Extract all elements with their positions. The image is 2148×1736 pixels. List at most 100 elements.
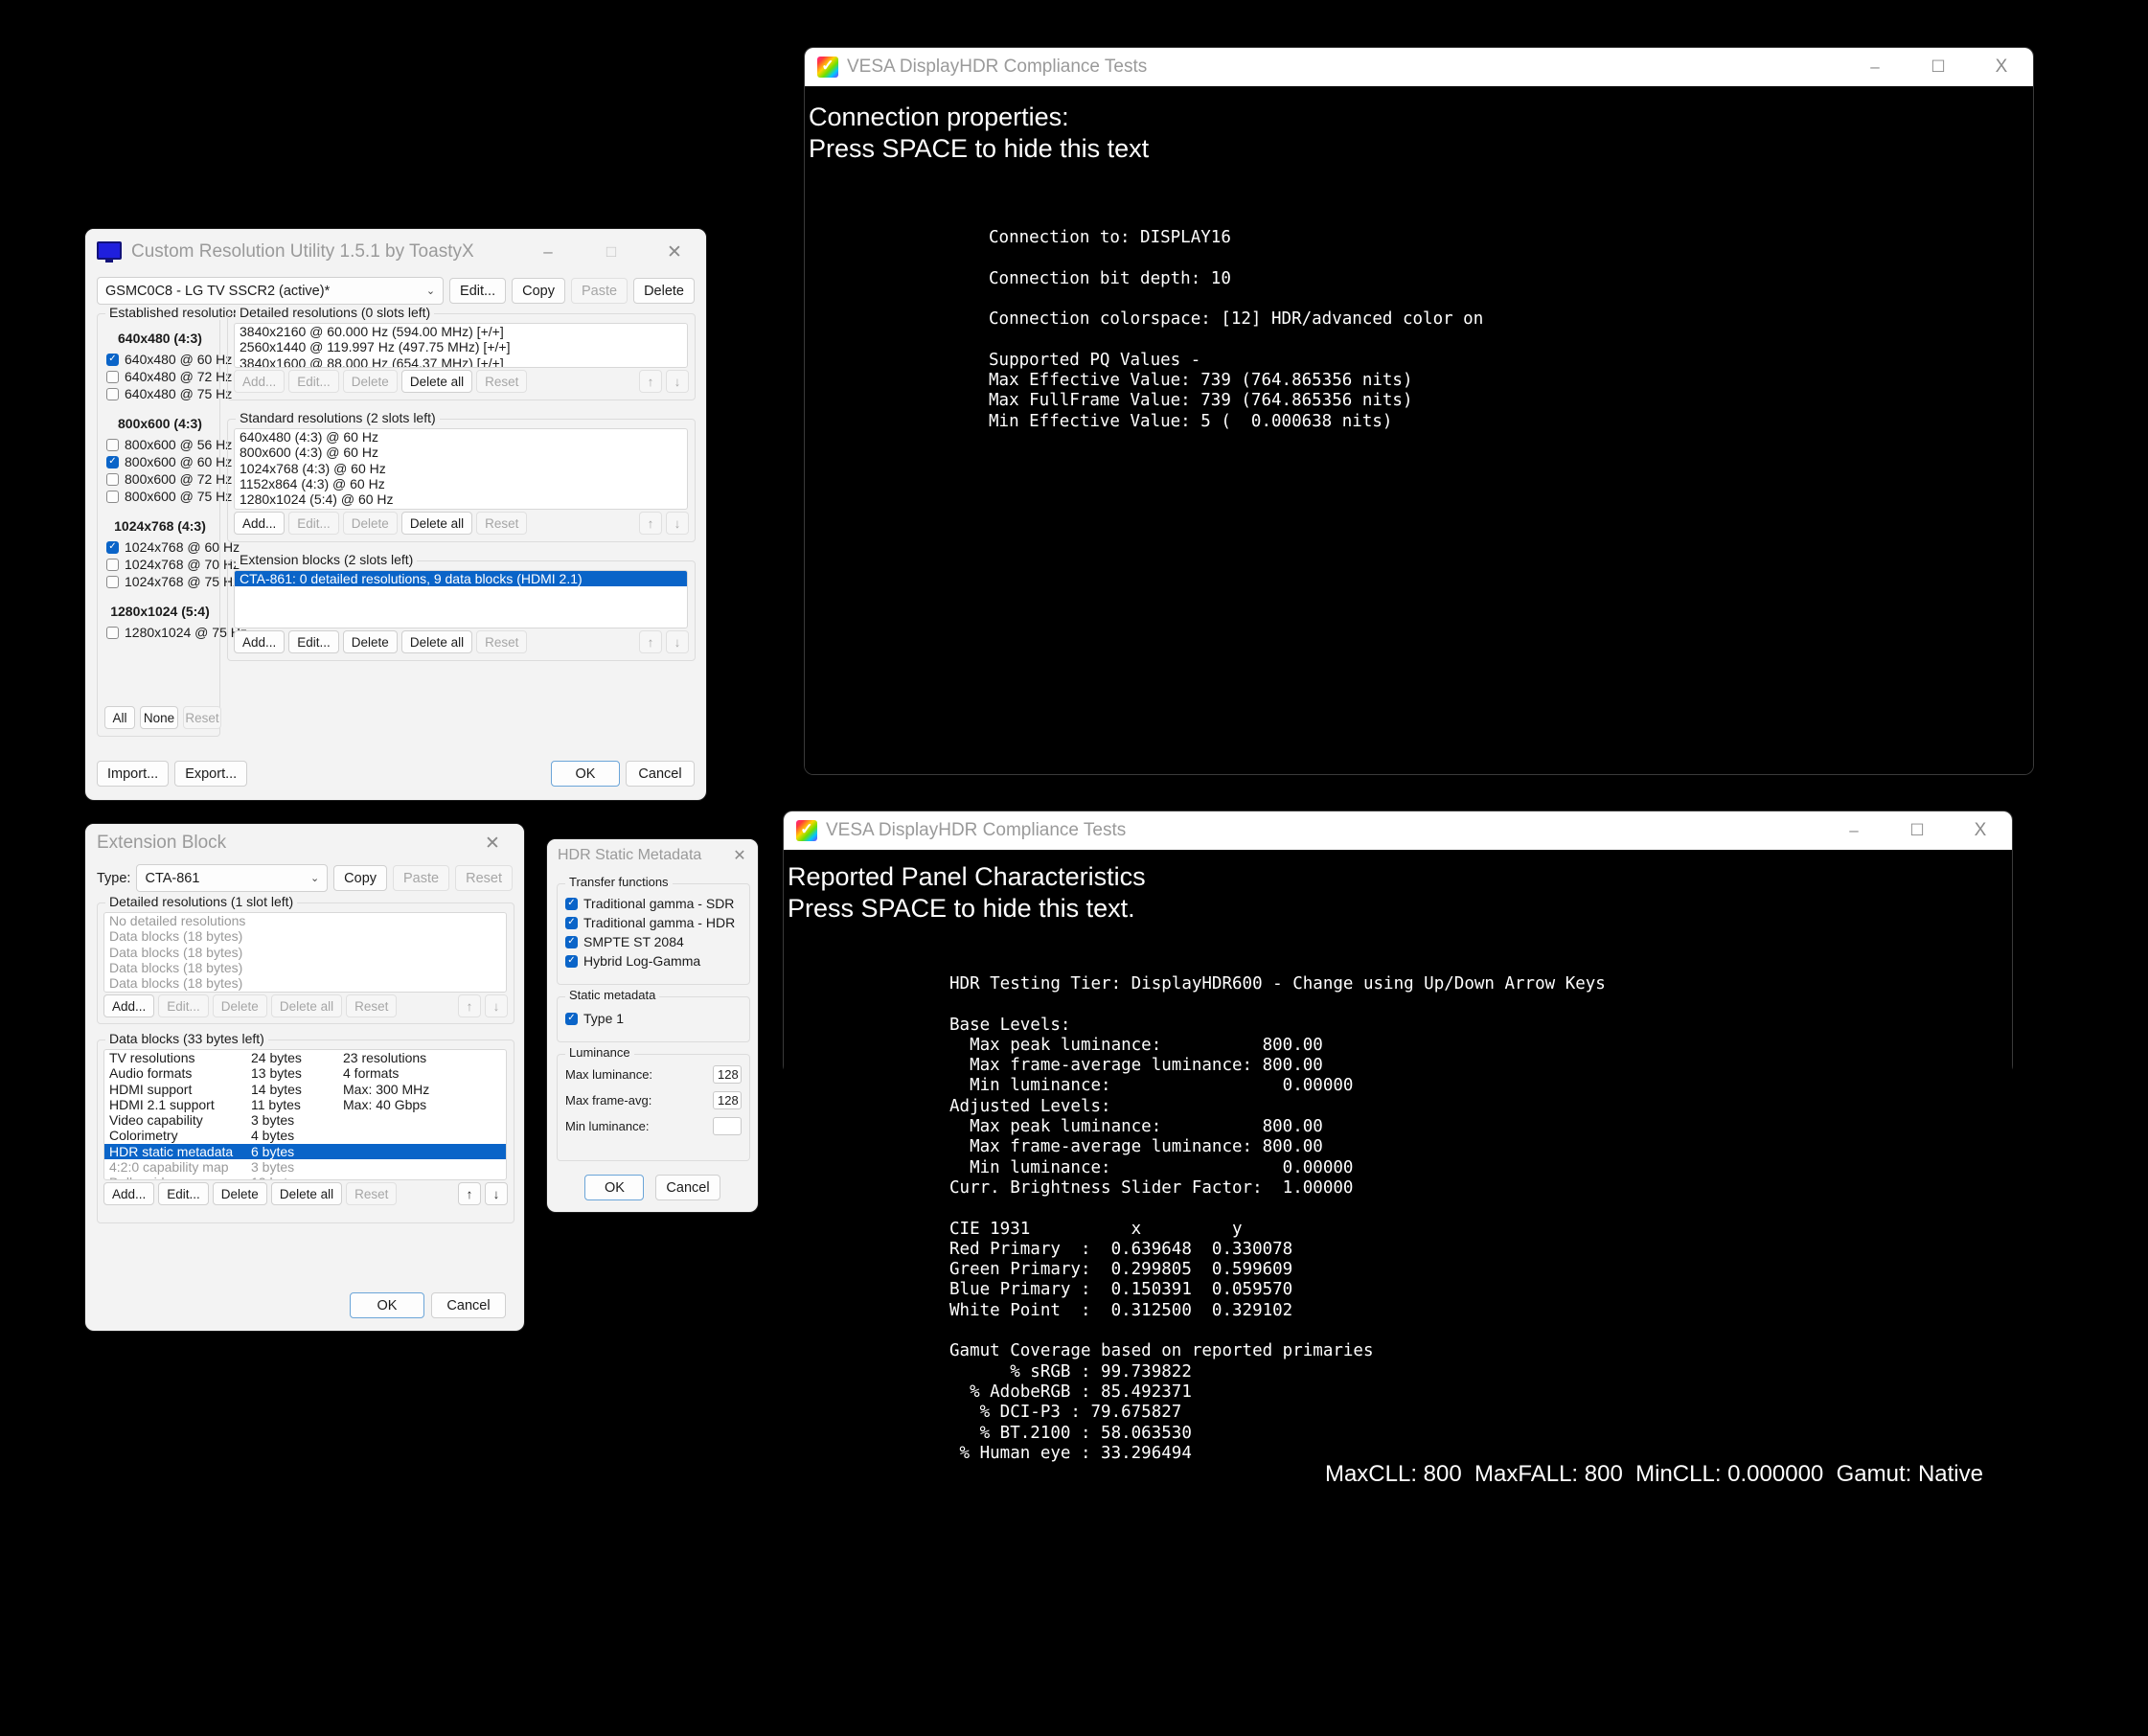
edit-button[interactable]: Edit... <box>449 278 507 304</box>
list-item[interactable]: 640x480 (4:3) @ 60 Hz <box>235 429 687 445</box>
close-icon[interactable]: X <box>1949 809 2012 853</box>
list-item[interactable]: Data blocks (18 bytes) <box>104 975 506 991</box>
maximize-icon[interactable]: □ <box>580 230 643 274</box>
minimize-icon[interactable]: – <box>516 230 580 274</box>
delete-button[interactable]: Delete <box>342 630 398 653</box>
table-row[interactable]: HDR static metadata 6 bytes <box>104 1143 506 1160</box>
edit-button[interactable]: Edit... <box>158 1182 209 1205</box>
list-item[interactable]: Data blocks (3 bytes) <box>104 991 506 992</box>
established-checkbox[interactable]: ✓ 800x600 @ 56 Hz <box>106 436 232 453</box>
maximize-icon[interactable]: ☐ <box>1907 45 1970 89</box>
list-item[interactable]: 2560x1440 @ 119.997 Hz (497.75 MHz) [+/+… <box>235 339 687 354</box>
cancel-button[interactable]: Cancel <box>626 761 695 787</box>
table-row[interactable]: HDMI support 14 bytes Max: 300 MHz <box>104 1082 506 1097</box>
established-checkbox[interactable]: ✓ 800x600 @ 75 Hz <box>106 488 232 505</box>
transfer-function-checkbox[interactable]: ✓ SMPTE ST 2084 <box>565 932 735 951</box>
add-button[interactable]: Add... <box>234 512 286 535</box>
add-button[interactable]: Add... <box>103 1182 155 1205</box>
max-luminance-input[interactable]: 128 <box>713 1065 742 1084</box>
delete-all-button[interactable]: Delete all <box>400 630 473 653</box>
db-name: HDR static metadata <box>109 1143 234 1159</box>
list-item[interactable]: 3840x1600 @ 88.000 Hz (654.37 MHz) [+/+] <box>235 355 687 367</box>
edit-button[interactable]: Edit... <box>288 630 339 653</box>
all-button[interactable]: All <box>104 706 135 729</box>
extension-blocks-list[interactable]: CTA-861: 0 detailed resolutions, 9 data … <box>234 570 688 628</box>
export-button[interactable]: Export... <box>174 761 248 787</box>
table-row[interactable]: Dolby video12 bytes <box>104 1175 506 1179</box>
move-up-icon[interactable]: ↑ <box>458 1182 481 1205</box>
close-icon[interactable]: ✕ <box>643 230 706 274</box>
eb-detailed-list[interactable]: No detailed resolutions Data blocks (18 … <box>103 912 507 993</box>
cancel-button[interactable]: Cancel <box>431 1292 506 1318</box>
list-item[interactable]: Data blocks (18 bytes) <box>104 945 506 960</box>
list-item[interactable]: No detailed resolutions <box>104 913 506 928</box>
list-item[interactable]: 1920x1080 (16:9) @ 60 Hz <box>235 507 687 509</box>
list-item[interactable]: 1024x768 (4:3) @ 60 Hz <box>235 461 687 476</box>
checkbox-icon: ✓ <box>565 935 578 948</box>
delete-button[interactable]: Delete <box>633 278 695 304</box>
min-luminance-input[interactable] <box>713 1117 742 1135</box>
type-select[interactable]: CTA-861 ⌄ <box>136 864 329 892</box>
maximize-icon[interactable]: ☐ <box>1885 809 1949 853</box>
list-item[interactable]: 1280x1024 (5:4) @ 60 Hz <box>235 491 687 507</box>
established-checkbox[interactable]: ✓ 800x600 @ 72 Hz <box>106 470 232 488</box>
detailed-resolutions-list[interactable]: 3840x2160 @ 60.000 Hz (594.00 MHz) [+/+]… <box>234 323 688 368</box>
ok-button[interactable]: OK <box>584 1175 645 1200</box>
close-icon[interactable]: X <box>1970 45 2033 89</box>
established-checkbox[interactable]: ✓ 800x600 @ 60 Hz <box>106 453 232 470</box>
display-select[interactable]: GSMC0C8 - LG TV SSCR2 (active)* ⌄ <box>97 277 445 305</box>
copy-button[interactable]: Copy <box>512 278 565 304</box>
established-checkbox[interactable]: ✓1280x1024 @ 75 Hz <box>106 624 247 641</box>
ok-button[interactable]: OK <box>551 761 620 787</box>
established-checkbox[interactable]: ✓ 1024x768 @ 70 Hz <box>106 556 240 573</box>
close-icon[interactable]: ✕ <box>721 839 758 872</box>
established-checkbox[interactable]: ✓ 640x480 @ 72 Hz <box>106 368 232 385</box>
add-button[interactable]: Add... <box>234 630 286 653</box>
list-item[interactable]: Data blocks (18 bytes) <box>104 928 506 944</box>
static-metadata-checkbox[interactable]: ✓ Type 1 <box>565 1009 624 1028</box>
checkbox-icon: ✓ <box>106 558 119 571</box>
transfer-function-checkbox[interactable]: ✓ Traditional gamma - HDR <box>565 913 735 932</box>
ok-button[interactable]: OK <box>350 1292 424 1318</box>
established-checkbox-label: 640x480 @ 75 Hz <box>125 386 233 401</box>
delete-all-button[interactable]: Delete all <box>400 370 473 393</box>
db-name: TV resolutions <box>109 1050 195 1065</box>
minimize-icon[interactable]: – <box>1843 45 1907 89</box>
add-button[interactable]: Add... <box>103 994 155 1017</box>
list-item[interactable]: 1152x864 (4:3) @ 60 Hz <box>235 476 687 491</box>
delete-all-button[interactable]: Delete all <box>400 512 473 535</box>
list-item[interactable]: 3840x2160 @ 60.000 Hz (594.00 MHz) [+/+] <box>235 324 687 339</box>
table-row[interactable]: Audio formats 13 bytes 4 formats <box>104 1065 506 1081</box>
copy-button[interactable]: Copy <box>333 865 388 891</box>
eb-data-blocks-list[interactable]: TV resolutions 24 bytes 23 resolutions Aud… <box>103 1049 507 1180</box>
transfer-function-checkbox[interactable]: ✓ Hybrid Log-Gamma <box>565 951 735 971</box>
table-row[interactable]: TV resolutions 24 bytes 23 resolutions <box>104 1050 506 1065</box>
list-item[interactable]: CTA-861: 0 detailed resolutions, 9 data … <box>235 571 687 587</box>
max-frame-avg-label: Max frame-avg: <box>565 1093 652 1108</box>
table-row[interactable]: Colorimetry 4 bytes <box>104 1128 506 1143</box>
checkbox-icon: ✓ <box>106 540 119 554</box>
table-row[interactable]: Video capability 3 bytes <box>104 1112 506 1128</box>
established-checkbox[interactable]: ✓ 1024x768 @ 60 Hz <box>106 538 240 556</box>
established-checkbox[interactable]: ✓ 640x480 @ 75 Hz <box>106 385 232 402</box>
delete-button[interactable]: Delete <box>212 1182 267 1205</box>
close-icon[interactable]: ✕ <box>461 821 524 865</box>
table-row[interactable]: HDMI 2.1 support 11 bytes Max: 40 Gbps <box>104 1097 506 1112</box>
move-down-icon: ↓ <box>666 370 689 393</box>
none-button[interactable]: None <box>140 706 178 729</box>
db-size: 3 bytes <box>251 1159 295 1176</box>
move-down-icon[interactable]: ↓ <box>485 1182 508 1205</box>
db-size: 4 bytes <box>251 1128 295 1144</box>
import-button[interactable]: Import... <box>97 761 170 787</box>
standard-resolutions-list[interactable]: 640x480 (4:3) @ 60 Hz 800x600 (4:3) @ 60… <box>234 428 688 510</box>
table-row[interactable]: 4:2:0 capability map 3 bytes <box>104 1159 506 1175</box>
list-item[interactable]: Data blocks (18 bytes) <box>104 960 506 975</box>
established-checkbox[interactable]: ✓ 640x480 @ 60 Hz <box>106 351 232 368</box>
delete-all-button[interactable]: Delete all <box>270 1182 343 1205</box>
established-checkbox[interactable]: ✓ 1024x768 @ 75 Hz <box>106 573 240 590</box>
transfer-function-checkbox[interactable]: ✓ Traditional gamma - SDR <box>565 894 735 913</box>
cancel-button[interactable]: Cancel <box>655 1175 720 1200</box>
minimize-icon[interactable]: – <box>1822 809 1885 853</box>
list-item[interactable]: 800x600 (4:3) @ 60 Hz <box>235 445 687 460</box>
max-frame-avg-input[interactable]: 128 <box>713 1091 742 1109</box>
